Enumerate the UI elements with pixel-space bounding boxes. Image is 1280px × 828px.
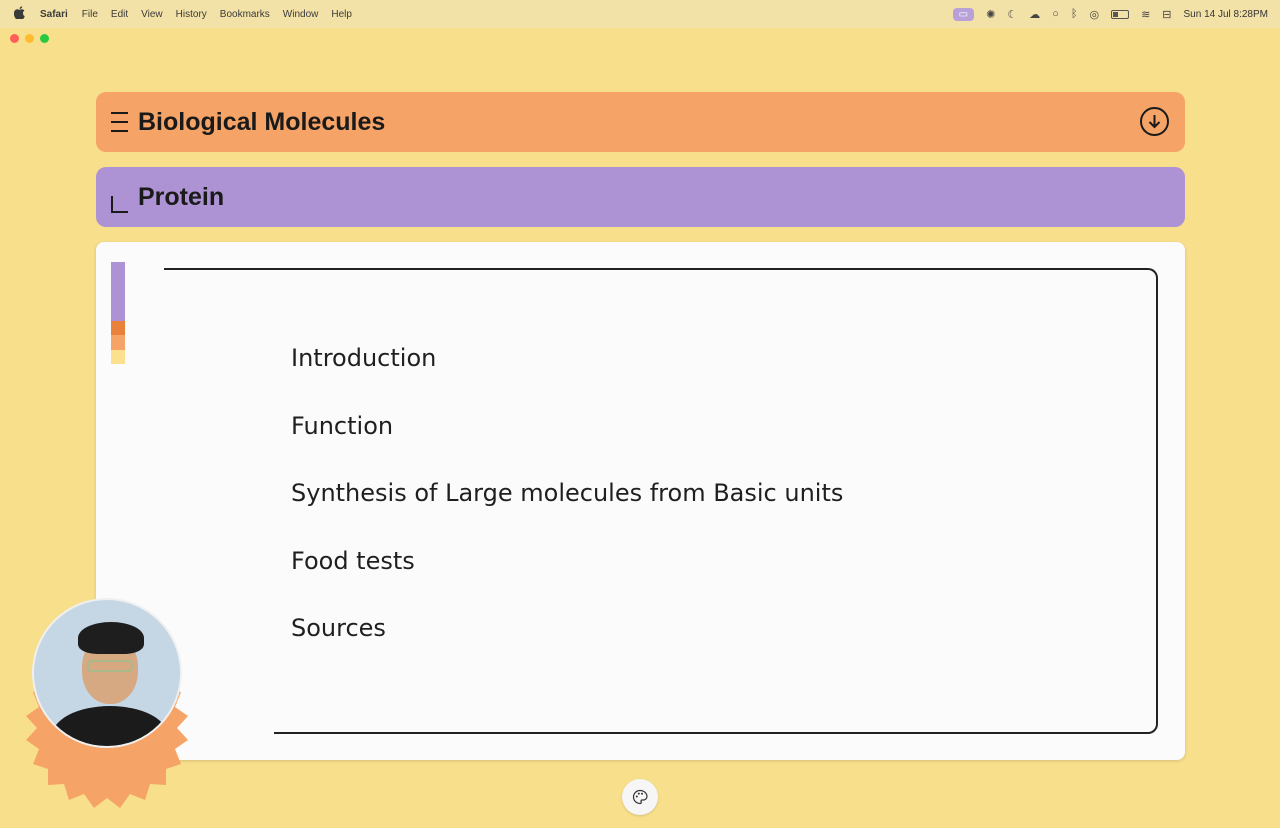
menu-bookmarks[interactable]: Bookmarks xyxy=(220,9,270,20)
topic-header[interactable]: Biological Molecules xyxy=(96,92,1185,152)
close-button[interactable] xyxy=(10,34,19,43)
arrow-down-circle-icon[interactable] xyxy=(1140,107,1169,136)
screen-share-icon[interactable]: ▭ xyxy=(952,7,975,21)
window-controls xyxy=(10,34,49,43)
topic-sources[interactable]: Sources xyxy=(291,616,843,688)
control-center-icon[interactable]: ⊟ xyxy=(1162,8,1171,21)
topic-food-tests[interactable]: Food tests xyxy=(291,549,843,621)
presenter-avatar xyxy=(32,598,182,748)
cloud-icon[interactable]: ☁ xyxy=(1029,8,1040,21)
bluetooth-icon[interactable]: ᛒ xyxy=(1071,8,1078,20)
circle-icon[interactable]: ○ xyxy=(1052,8,1059,20)
color-strip-orange xyxy=(111,335,125,350)
topic-list: Introduction Function Synthesis of Large… xyxy=(291,346,843,688)
app-name[interactable]: Safari xyxy=(40,9,68,20)
chat-icon[interactable]: ◎ xyxy=(1089,8,1099,21)
topic-synthesis[interactable]: Synthesis of Large molecules from Basic … xyxy=(291,481,843,553)
apple-logo-icon[interactable] xyxy=(13,6,28,22)
menu-lines-icon[interactable] xyxy=(111,110,128,134)
menu-history[interactable]: History xyxy=(176,9,207,20)
presenter-camera[interactable] xyxy=(14,594,200,814)
menu-help[interactable]: Help xyxy=(331,9,352,20)
topic-title: Biological Molecules xyxy=(138,107,386,136)
color-strip-purple xyxy=(111,262,125,321)
menu-view[interactable]: View xyxy=(141,9,163,20)
section-title: Protein xyxy=(138,182,225,211)
wifi-icon[interactable]: ≋ xyxy=(1141,8,1150,21)
status-area: ▭ ✺ ☾ ☁ ○ ᛒ ◎ ≋ ⊟ Sun 14 Jul 8:28PM xyxy=(952,0,1269,28)
topic-function[interactable]: Function xyxy=(291,414,843,486)
menu-bar: Safari File Edit View History Bookmarks … xyxy=(0,0,1280,28)
palette-button[interactable] xyxy=(622,779,658,815)
topic-introduction[interactable]: Introduction xyxy=(291,346,843,418)
menu-edit[interactable]: Edit xyxy=(111,9,128,20)
minimize-button[interactable] xyxy=(25,34,34,43)
battery-icon[interactable] xyxy=(1111,9,1130,19)
maximize-button[interactable] xyxy=(40,34,49,43)
section-header[interactable]: Protein xyxy=(96,167,1185,227)
color-strip-yellow xyxy=(111,350,125,364)
brightness-icon[interactable]: ✺ xyxy=(986,8,995,21)
menu-file[interactable]: File xyxy=(82,9,98,20)
moon-icon[interactable]: ☾ xyxy=(1007,8,1017,21)
clock[interactable]: Sun 14 Jul 8:28PM xyxy=(1184,9,1269,20)
corner-icon xyxy=(111,195,128,213)
color-strip-dark-orange xyxy=(111,321,125,335)
content-card: Introduction Function Synthesis of Large… xyxy=(96,242,1185,760)
menu-window[interactable]: Window xyxy=(283,9,319,20)
color-strip xyxy=(111,262,125,364)
palette-icon xyxy=(632,789,648,805)
